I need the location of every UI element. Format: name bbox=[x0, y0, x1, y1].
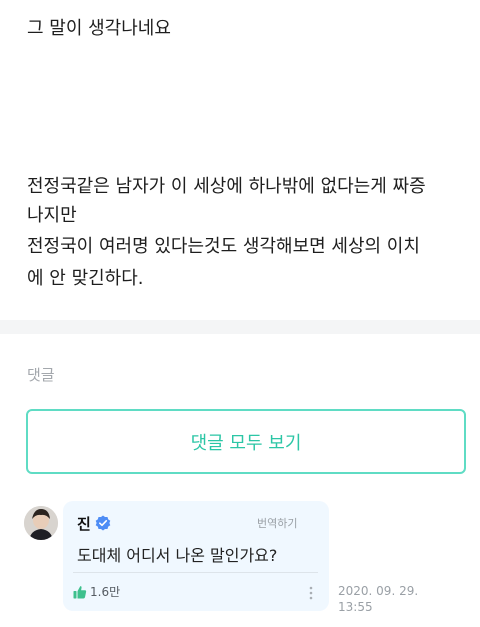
comment-time: 13:55 bbox=[338, 600, 373, 614]
comment-bubble: 진 번역하기 도대체 어디서 나온 말인가요? 1.6만 bbox=[63, 501, 329, 611]
more-vertical-icon[interactable] bbox=[306, 585, 316, 601]
avatar-image bbox=[24, 506, 58, 540]
comment-timestamp: 2020. 09. 29. 13:55 bbox=[338, 583, 418, 615]
comments-section-label: 댓글 bbox=[27, 366, 55, 384]
like-count: 1.6만 bbox=[90, 585, 121, 599]
comment-date: 2020. 09. 29. bbox=[338, 584, 419, 598]
comment-author[interactable]: 진 bbox=[77, 513, 91, 534]
post-line: 전정국같은 남자가 이 세상에 하나밖에 없다는게 짜증 bbox=[27, 176, 426, 197]
section-divider bbox=[0, 320, 480, 334]
post-line: 전정국이 여러명 있다는것도 생각해보면 세상의 이치 bbox=[27, 236, 420, 257]
post-line: 나지만 bbox=[27, 205, 77, 226]
post-body: 그 말이 생각나네요 전정국같은 남자가 이 세상에 하나밖에 없다는게 짜증 … bbox=[0, 0, 480, 320]
view-all-comments-button[interactable]: 댓글 모두 보기 bbox=[26, 409, 466, 474]
post-line: 그 말이 생각나네요 bbox=[27, 18, 171, 39]
comment-text: 도대체 어디서 나온 말인가요? bbox=[77, 546, 278, 565]
thumbs-up-icon bbox=[73, 585, 87, 598]
post-line: 에 안 맞긴하다. bbox=[27, 268, 144, 289]
avatar[interactable] bbox=[24, 506, 58, 540]
verified-badge-icon bbox=[95, 515, 111, 531]
like-button[interactable]: 1.6만 bbox=[73, 583, 120, 600]
comment-divider bbox=[73, 572, 318, 573]
translate-button[interactable]: 번역하기 bbox=[257, 515, 297, 531]
